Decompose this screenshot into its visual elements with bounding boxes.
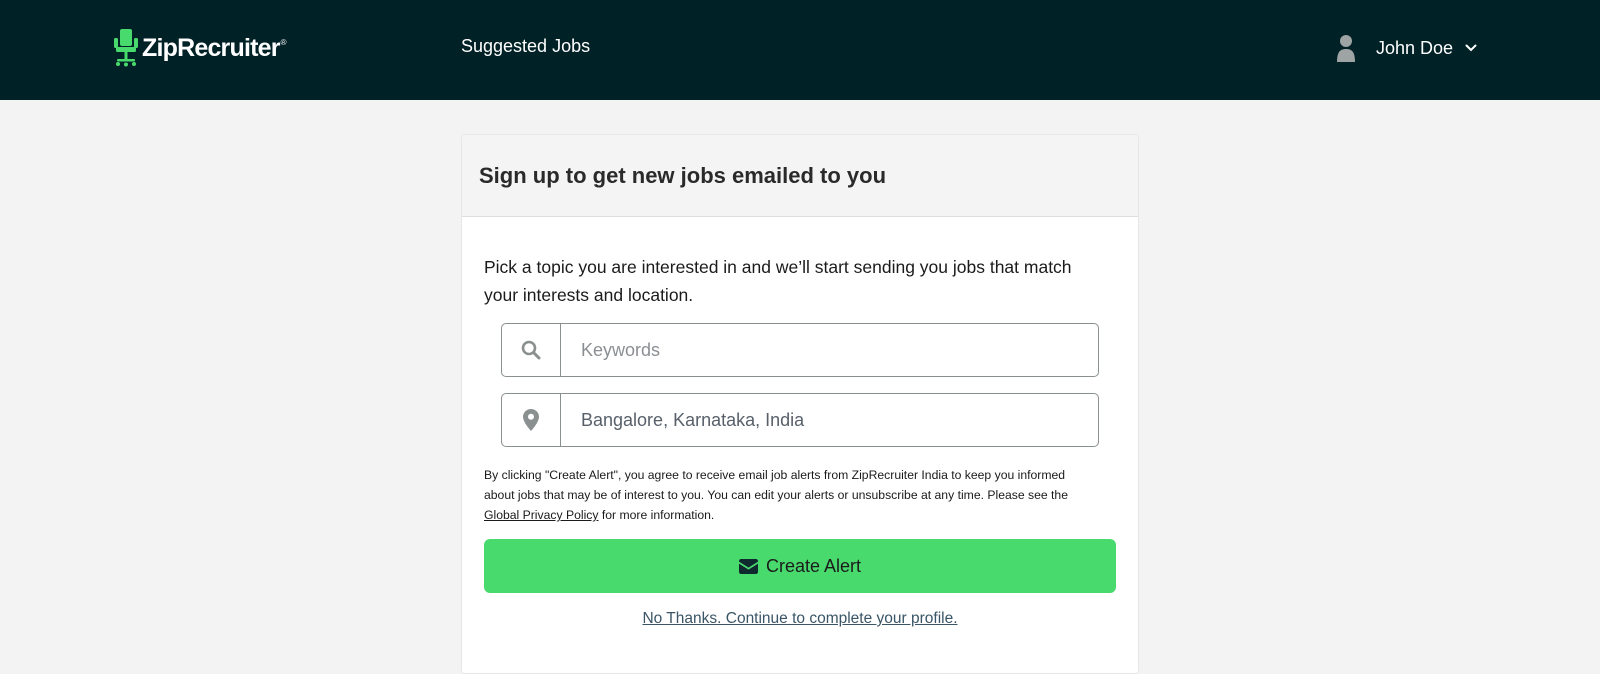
location-input[interactable] <box>561 394 1098 446</box>
keywords-field <box>501 323 1099 377</box>
ziprecruiter-logo[interactable]: ZipRecruiter ® <box>114 28 287 68</box>
card-title: Sign up to get new jobs emailed to you <box>479 162 887 188</box>
logo-text: ZipRecruiter <box>142 33 280 62</box>
keywords-input[interactable] <box>561 324 1098 376</box>
legal-disclaimer: By clicking "Create Alert", you agree to… <box>484 465 1094 525</box>
top-navigation-bar: ZipRecruiter ® Suggested Jobs John Doe <box>0 0 1600 100</box>
nav-suggested-jobs[interactable]: Suggested Jobs <box>461 36 590 57</box>
office-chair-icon <box>114 29 138 67</box>
create-alert-button[interactable]: Create Alert <box>484 539 1116 593</box>
legal-text: By clicking "Create Alert", you agree to… <box>484 468 1068 502</box>
search-icon <box>502 324 561 376</box>
user-name: John Doe <box>1376 37 1454 58</box>
chevron-down-icon <box>1465 44 1477 52</box>
card-body: Pick a topic you are interested in and w… <box>462 253 1138 628</box>
user-menu[interactable]: John Doe <box>1336 32 1477 64</box>
create-alert-label: Create Alert <box>765 555 862 576</box>
map-pin-icon <box>502 394 561 446</box>
skip-link[interactable]: No Thanks. Continue to complete your pro… <box>484 610 1116 628</box>
person-icon <box>1337 35 1355 62</box>
card-header: Sign up to get new jobs emailed to you <box>462 135 1138 217</box>
intro-text: Pick a topic you are interested in and w… <box>484 257 1072 305</box>
envelope-icon <box>738 558 758 574</box>
legal-text-end: for more information. <box>598 508 715 522</box>
location-field <box>501 393 1099 447</box>
job-alert-card: Sign up to get new jobs emailed to you P… <box>461 134 1139 674</box>
privacy-policy-link[interactable]: Global Privacy Policy <box>484 508 598 522</box>
registered-mark: ® <box>280 38 287 47</box>
